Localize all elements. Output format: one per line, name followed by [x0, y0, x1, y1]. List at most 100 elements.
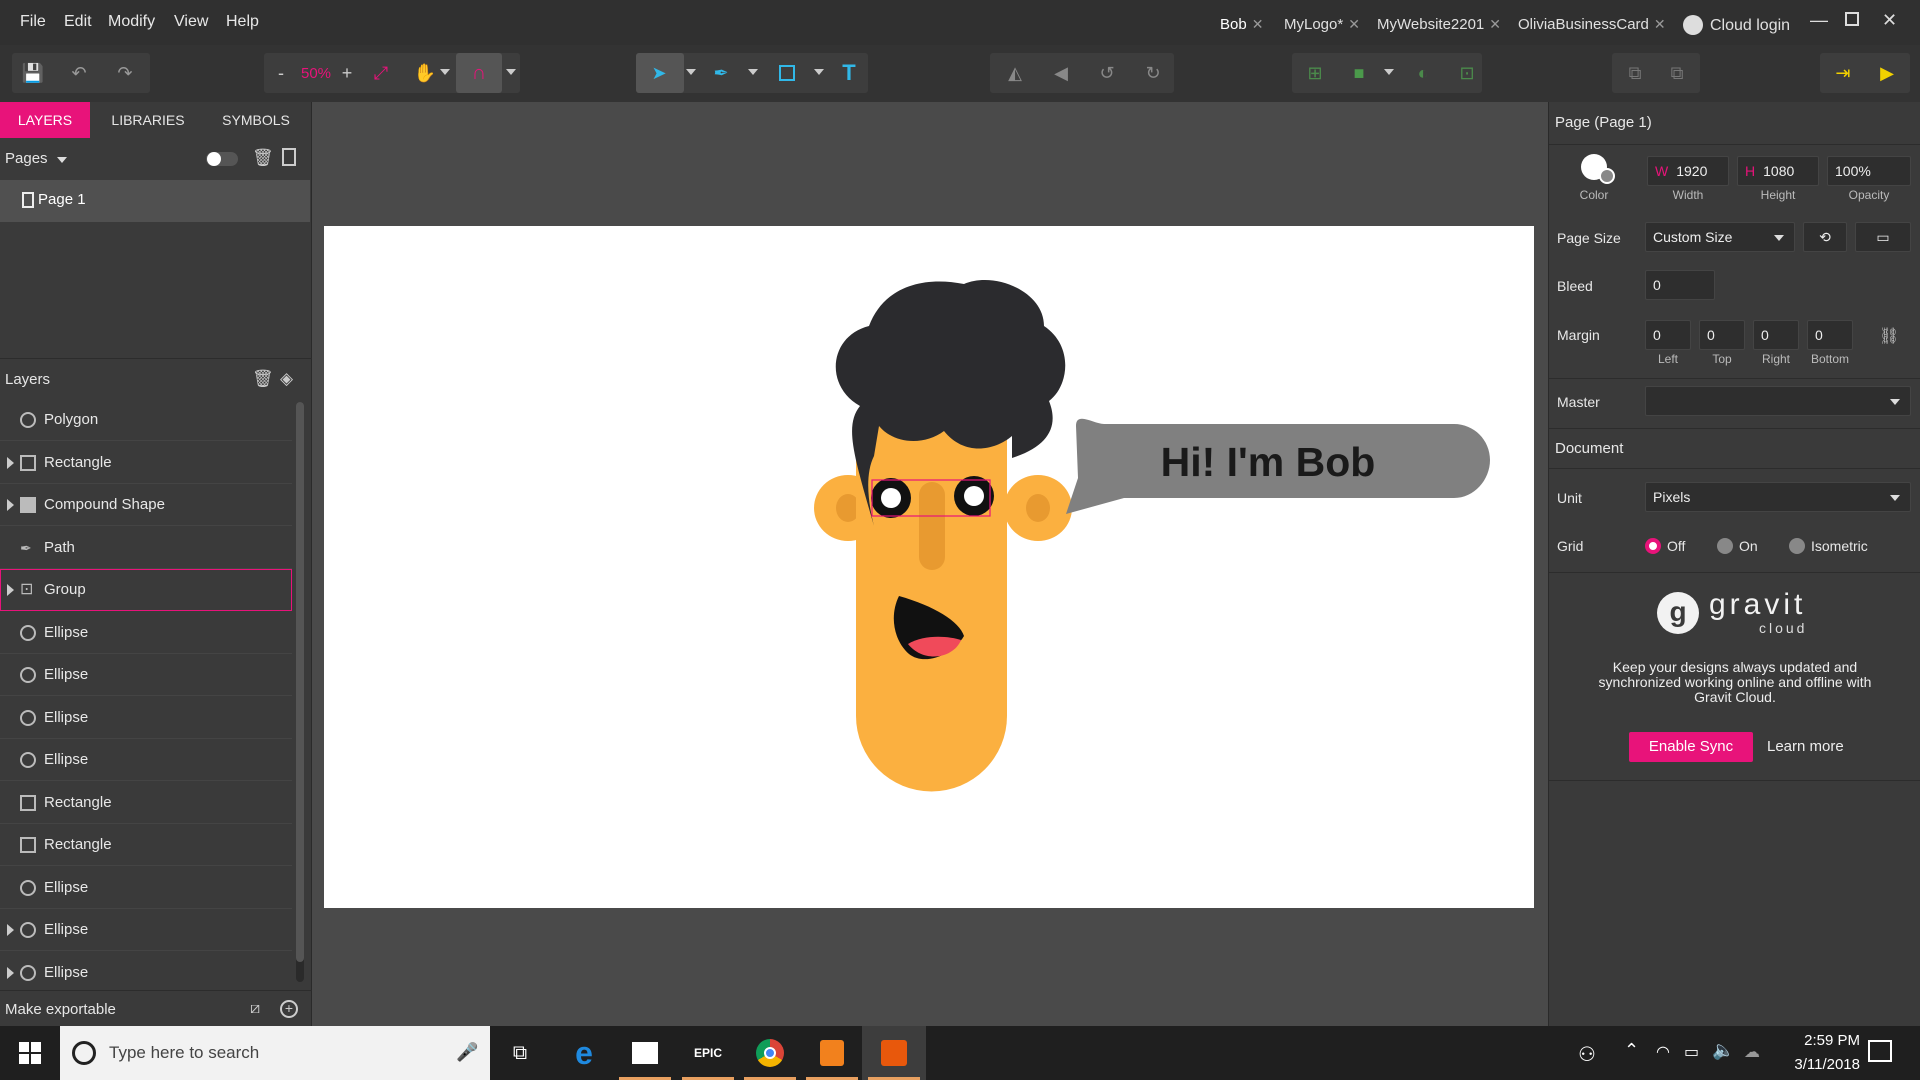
- expand-arrow-icon[interactable]: [7, 456, 14, 469]
- layer-row[interactable]: Rectangle: [0, 824, 292, 866]
- margin-right-field[interactable]: 0: [1753, 320, 1799, 350]
- sublime-text-icon[interactable]: [806, 1035, 858, 1080]
- layers-scrollbar[interactable]: [296, 402, 304, 982]
- zoom-in-button[interactable]: +: [334, 61, 360, 85]
- grid-isometric-label[interactable]: Isometric: [1811, 538, 1868, 554]
- tab-symbols[interactable]: SYMBOLS: [210, 102, 302, 138]
- layer-row[interactable]: Polygon: [0, 399, 292, 441]
- volume-icon[interactable]: 🔈: [1712, 1040, 1734, 1061]
- bob-illustration[interactable]: Hi! I'm Bob: [324, 226, 1534, 908]
- page-size-select[interactable]: Custom Size: [1645, 222, 1795, 252]
- layer-row[interactable]: Rectangle: [0, 442, 292, 484]
- page-item[interactable]: Page 1: [0, 180, 310, 222]
- layer-row[interactable]: ⊡ Group: [0, 569, 292, 611]
- magnet-icon[interactable]: ∩: [466, 61, 492, 85]
- chevron-down-icon[interactable]: [57, 157, 67, 163]
- layer-row[interactable]: Compound Shape: [0, 484, 292, 526]
- taskbar-search[interactable]: Type here to search 🎤: [60, 1026, 490, 1080]
- battery-icon[interactable]: ▭: [1684, 1042, 1699, 1062]
- face[interactable]: [856, 416, 1007, 792]
- cloud-login-button[interactable]: Cloud login: [1710, 17, 1790, 35]
- nose[interactable]: [919, 482, 945, 570]
- minimize-icon[interactable]: —: [1810, 10, 1828, 31]
- layer-row[interactable]: Ellipse: [0, 867, 292, 909]
- layer-row[interactable]: Ellipse: [0, 654, 292, 696]
- margin-top-field[interactable]: 0: [1699, 320, 1745, 350]
- master-select[interactable]: [1645, 386, 1911, 416]
- expand-arrow-icon[interactable]: [7, 584, 14, 596]
- action-center-icon[interactable]: [1868, 1040, 1892, 1062]
- microphone-icon[interactable]: 🎤: [456, 1042, 478, 1063]
- ungroup-icon[interactable]: ⊡: [1454, 61, 1480, 85]
- close-window-icon[interactable]: ✕: [1882, 10, 1897, 31]
- grid-on-radio[interactable]: [1717, 538, 1733, 554]
- expand-arrow-icon[interactable]: [7, 499, 14, 511]
- rotate-right-icon[interactable]: ↻: [1140, 61, 1166, 85]
- pages-label[interactable]: Pages: [5, 150, 48, 167]
- flip-horizontal-icon[interactable]: ◭: [1002, 61, 1028, 85]
- export-icon[interactable]: ⇥: [1830, 61, 1856, 85]
- close-icon[interactable]: ✕: [1348, 16, 1360, 32]
- people-icon[interactable]: ⚇: [1578, 1042, 1596, 1067]
- task-view-icon[interactable]: ⧉: [502, 1035, 538, 1071]
- export-settings-icon[interactable]: ⧄: [250, 1000, 260, 1018]
- undo-icon[interactable]: ↶: [66, 61, 92, 85]
- layer-row[interactable]: Ellipse: [0, 952, 292, 990]
- maximize-icon[interactable]: [1845, 12, 1859, 26]
- margin-left-field[interactable]: 0: [1645, 320, 1691, 350]
- artboard-page[interactable]: Hi! I'm Bob: [324, 226, 1534, 908]
- grid-isometric-radio[interactable]: [1789, 538, 1805, 554]
- layer-row[interactable]: Ellipse: [0, 612, 292, 654]
- clock-date[interactable]: 3/11/2018: [1760, 1056, 1860, 1073]
- flip-vertical-icon[interactable]: ◀: [1048, 61, 1074, 85]
- wifi-icon[interactable]: ◠: [1656, 1042, 1670, 1062]
- send-backward-icon[interactable]: ⧉: [1664, 61, 1690, 85]
- menu-file[interactable]: File: [20, 13, 46, 31]
- mask-icon[interactable]: ◐: [1410, 61, 1436, 85]
- tab-layers[interactable]: LAYERS: [0, 102, 90, 138]
- tab-bob[interactable]: Bob ✕: [1220, 16, 1263, 33]
- chevron-down-icon[interactable]: [748, 69, 758, 75]
- epic-games-icon[interactable]: EPIC: [682, 1035, 734, 1080]
- pages-toggle[interactable]: [206, 152, 238, 166]
- make-exportable-label[interactable]: Make exportable: [5, 1001, 116, 1018]
- orientation-button[interactable]: ⟲: [1803, 222, 1847, 252]
- tab-mylogo[interactable]: MyLogo* ✕: [1284, 16, 1360, 33]
- grid-off-label[interactable]: Off: [1667, 538, 1685, 554]
- tab-oliviabusinesscard[interactable]: OliviaBusinessCard ✕: [1518, 16, 1666, 33]
- bleed-field[interactable]: 0: [1645, 270, 1715, 300]
- chevron-down-icon[interactable]: [686, 69, 696, 75]
- pen-tool-icon[interactable]: ✒: [708, 61, 734, 85]
- layer-row[interactable]: Ellipse: [0, 739, 292, 781]
- grid-off-radio[interactable]: [1645, 538, 1661, 554]
- rectangle-tool-icon[interactable]: [774, 61, 800, 85]
- close-icon[interactable]: ✕: [1489, 16, 1501, 32]
- close-icon[interactable]: ✕: [1654, 16, 1666, 32]
- layer-row[interactable]: ✒ Path: [0, 527, 292, 569]
- chevron-down-icon[interactable]: [440, 69, 450, 75]
- unit-select[interactable]: Pixels: [1645, 482, 1911, 512]
- expand-arrow-icon[interactable]: [7, 924, 14, 936]
- grid-on-label[interactable]: On: [1739, 538, 1758, 554]
- pointer-tool-icon[interactable]: ➤: [646, 61, 672, 85]
- present-icon[interactable]: ▶: [1874, 61, 1900, 85]
- text-tool-icon[interactable]: T: [836, 60, 862, 85]
- chevron-down-icon[interactable]: [1384, 69, 1394, 75]
- opacity-field[interactable]: 100%: [1827, 156, 1911, 186]
- chevron-up-icon[interactable]: ⌃: [1624, 1040, 1639, 1061]
- link-margins-icon[interactable]: ⛓: [1879, 326, 1899, 346]
- clock-time[interactable]: 2:59 PM: [1760, 1032, 1860, 1049]
- learn-more-link[interactable]: Learn more: [1767, 738, 1844, 755]
- rotate-left-icon[interactable]: ↺: [1094, 61, 1120, 85]
- redo-icon[interactable]: ↷: [112, 61, 138, 85]
- chrome-icon[interactable]: [744, 1035, 796, 1080]
- gravit-designer-icon[interactable]: [868, 1035, 920, 1080]
- width-field[interactable]: W 1920: [1647, 156, 1729, 186]
- boolean-union-icon[interactable]: ■: [1346, 61, 1372, 85]
- enable-sync-button[interactable]: Enable Sync: [1629, 732, 1753, 762]
- add-page-icon[interactable]: [282, 148, 296, 166]
- menu-edit[interactable]: Edit: [64, 13, 92, 31]
- eyedropper-icon[interactable]: [1599, 168, 1615, 184]
- menu-help[interactable]: Help: [226, 13, 259, 31]
- video-editor-icon[interactable]: [619, 1035, 671, 1080]
